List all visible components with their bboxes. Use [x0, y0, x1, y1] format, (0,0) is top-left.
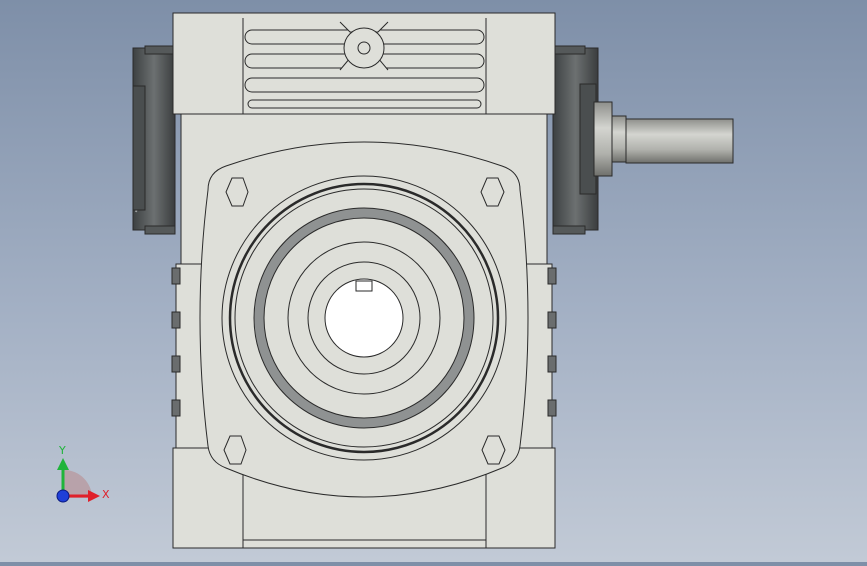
triad-y-label: Y	[58, 444, 66, 457]
input-shaft[interactable]	[593, 101, 734, 177]
left-bearing-cap[interactable]	[132, 45, 176, 235]
top-housing	[172, 12, 556, 115]
right-bearing-cap[interactable]	[552, 45, 599, 235]
3d-viewport[interactable]: Y X	[0, 0, 867, 562]
triad-x-label: X	[102, 488, 110, 501]
front-flange[interactable]	[199, 141, 529, 498]
gear-reducer-model[interactable]	[132, 12, 734, 549]
coordinate-triad: Y X	[56, 444, 110, 503]
